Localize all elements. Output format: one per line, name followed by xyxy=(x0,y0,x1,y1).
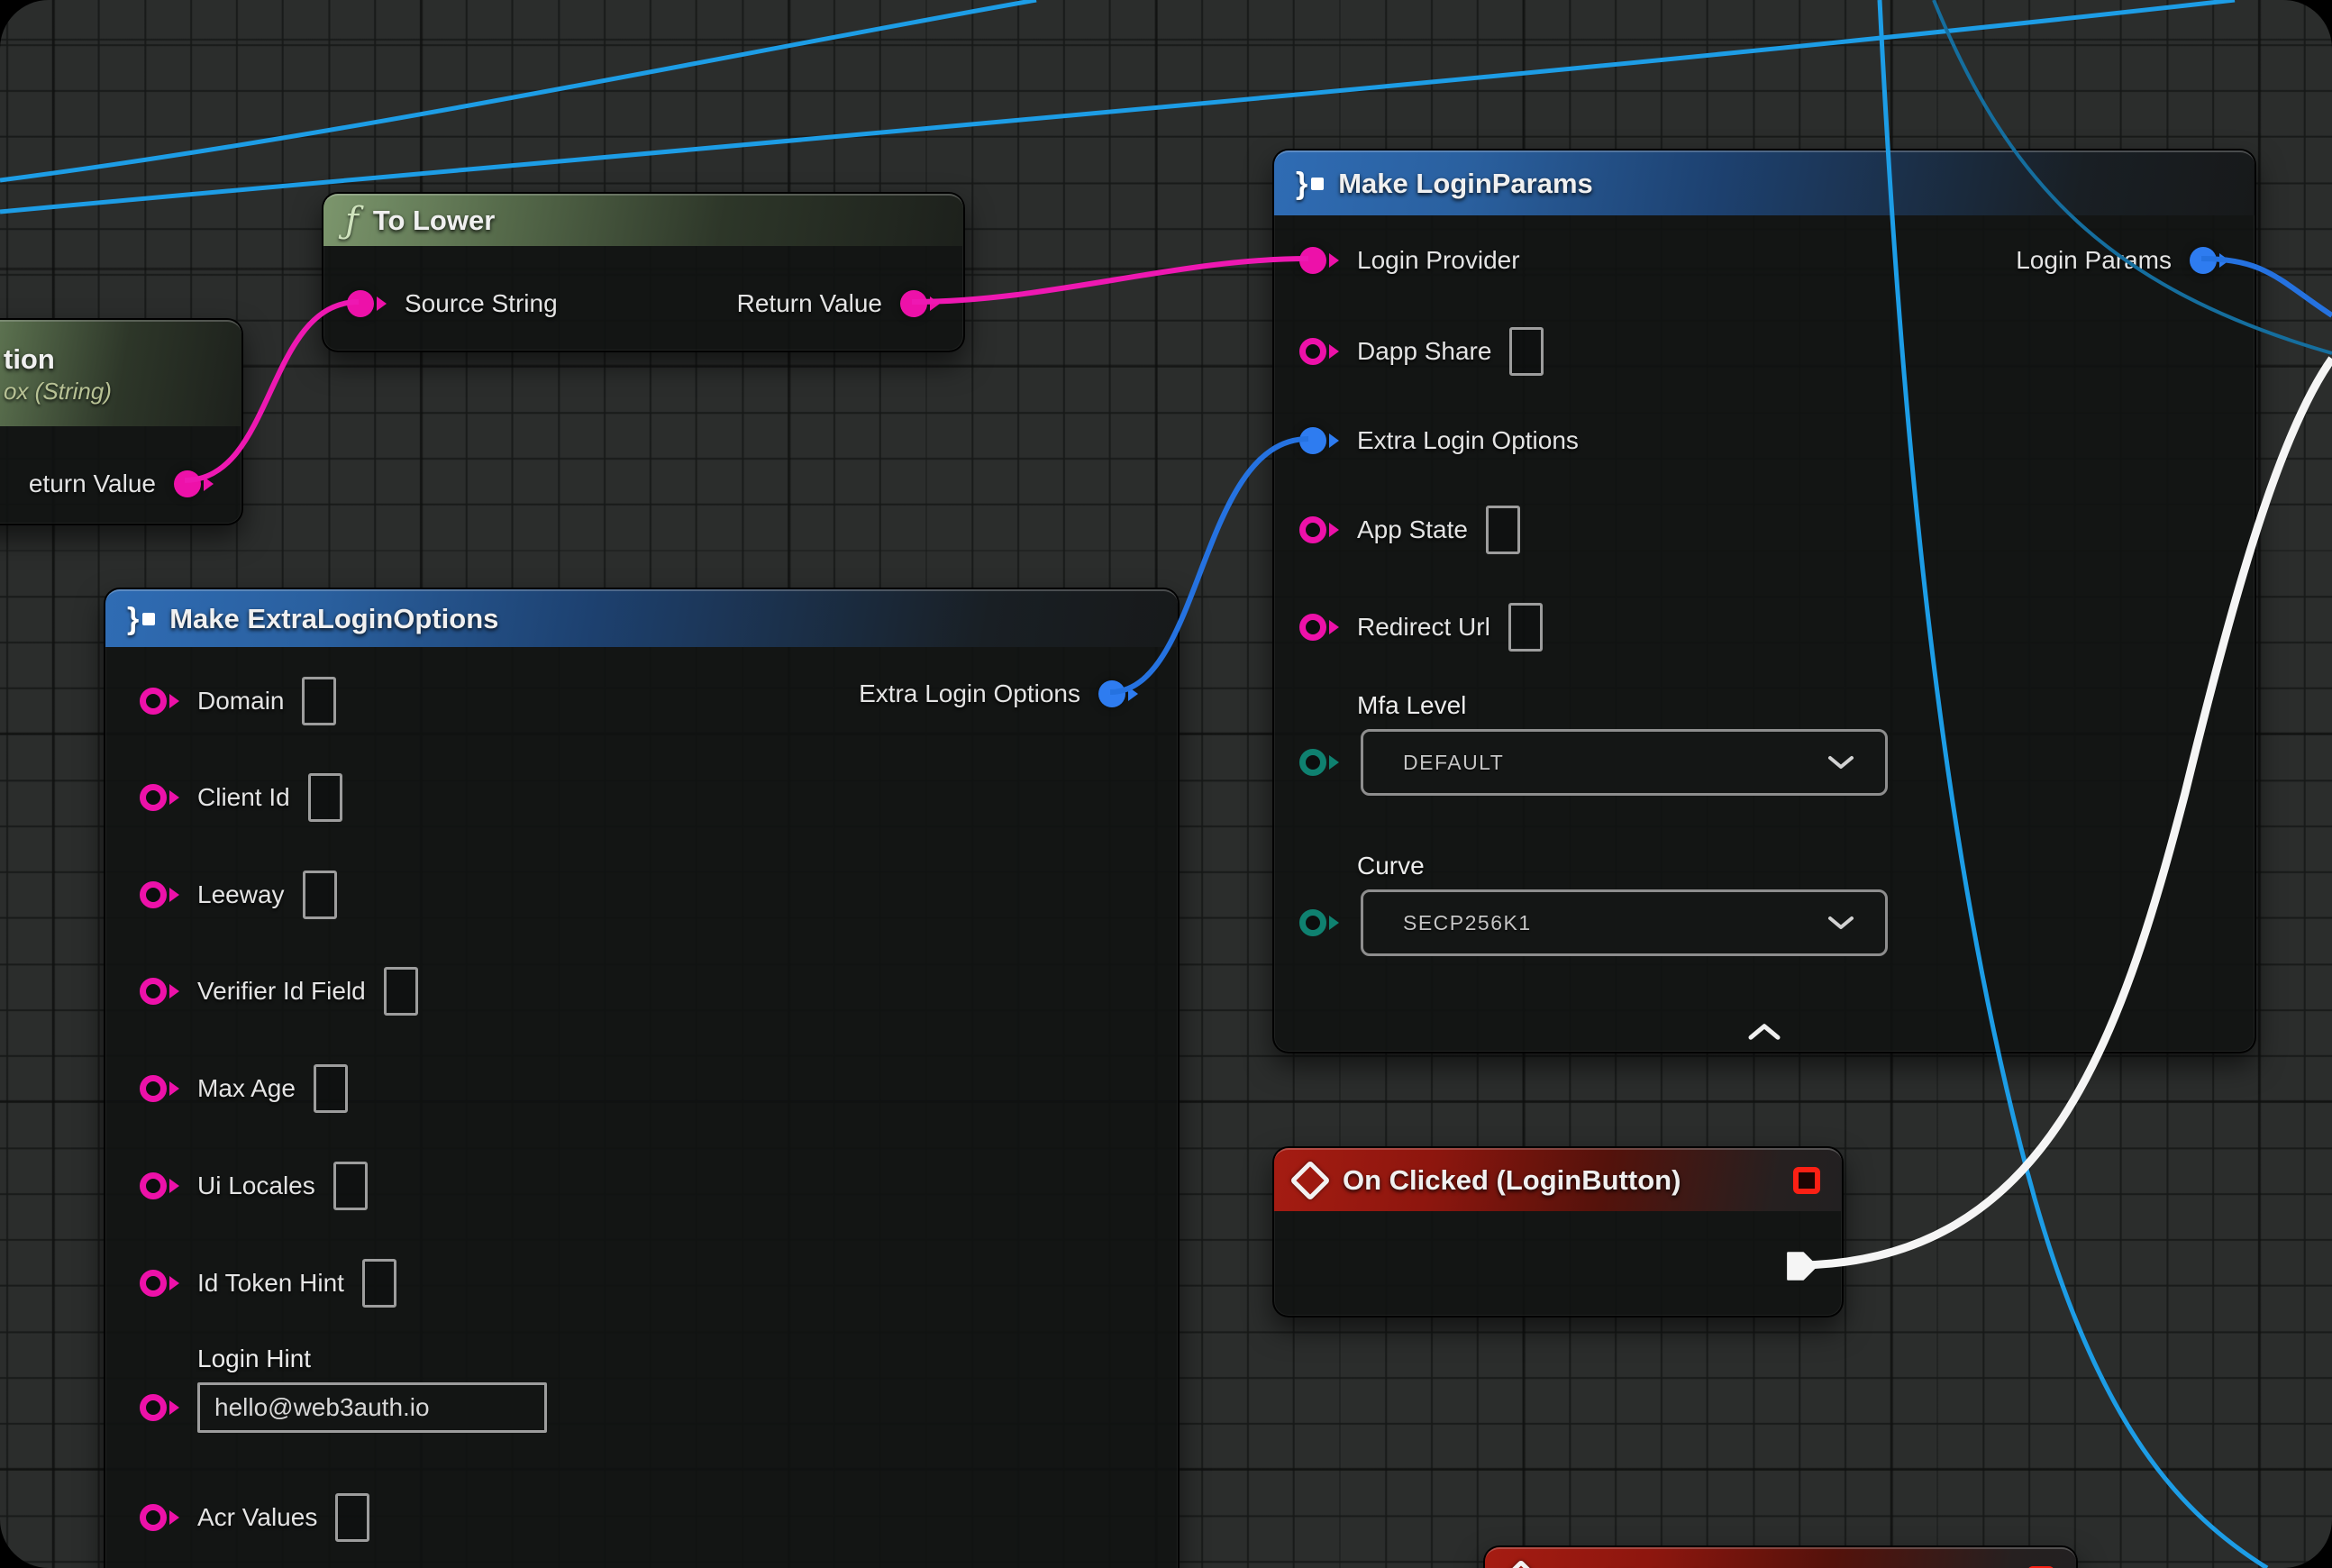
node-make-login-params-header[interactable]: } Make LoginParams xyxy=(1274,150,2255,215)
node-on-clicked-login-header[interactable]: On Clicked (LoginButton) xyxy=(1274,1148,1842,1211)
login-hint-block: Login Hint xyxy=(140,1345,547,1433)
pin-label-source-string: Source String xyxy=(405,289,558,318)
chevron-down-icon xyxy=(1827,755,1854,770)
input-pin-app-state[interactable] xyxy=(1299,516,1339,543)
node-on-clicked-logout-button[interactable]: On Clicked (LogoutButton) xyxy=(1483,1545,2078,1568)
node-title: Make ExtraLoginOptions xyxy=(169,603,498,635)
node-to-lower[interactable]: ƒ To Lower Source String Return Value xyxy=(322,192,965,352)
input-pin-login-hint[interactable] xyxy=(140,1394,179,1421)
node-on-clicked-logout-header[interactable]: On Clicked (LogoutButton) xyxy=(1485,1547,2076,1568)
pin-label-login-provider: Login Provider xyxy=(1357,246,1520,275)
event-diamond-icon xyxy=(1289,1160,1330,1200)
node-title: To Lower xyxy=(373,205,495,237)
chevron-down-icon xyxy=(1827,916,1854,931)
node-to-lower-header[interactable]: ƒ To Lower xyxy=(323,194,963,246)
screenshot-stage: tion ox (String) eturn Value ƒ To Lower … xyxy=(0,0,2332,1568)
collapse-node-chevron-icon[interactable] xyxy=(1744,1023,1784,1041)
input-pin-curve[interactable] xyxy=(1299,909,1339,936)
pin-label-extra-login-options: Extra Login Options xyxy=(1357,426,1579,455)
pin-label-curve: Curve xyxy=(1357,852,1888,880)
node-make-extra-login-options-header[interactable]: } Make ExtraLoginOptions xyxy=(105,589,1178,647)
input-pin-domain[interactable] xyxy=(140,688,179,715)
max-age-value-field[interactable] xyxy=(314,1064,348,1113)
make-struct-icon: } xyxy=(127,604,155,634)
input-pin-redirect-url[interactable] xyxy=(1299,614,1339,641)
pin-label-max-age: Max Age xyxy=(197,1074,296,1103)
node-title: On Clicked (LogoutButton) xyxy=(1553,1563,1910,1568)
domain-value-field[interactable] xyxy=(302,677,336,725)
client-id-value-field[interactable] xyxy=(308,773,342,822)
node-title: Make LoginParams xyxy=(1338,168,1593,200)
pin-label-redirect-url: Redirect Url xyxy=(1357,613,1490,642)
pin-label-acr-values: Acr Values xyxy=(197,1503,317,1532)
mfa-level-value: DEFAULT xyxy=(1403,751,1504,775)
verifier-id-field-value-field[interactable] xyxy=(384,967,418,1016)
pin-label-return-value: eturn Value xyxy=(29,469,156,498)
input-pin-dapp-share[interactable] xyxy=(1299,338,1339,365)
app-state-value-field[interactable] xyxy=(1486,506,1520,554)
node-string-source-partial[interactable]: tion ox (String) eturn Value xyxy=(0,318,243,525)
pin-label-domain: Domain xyxy=(197,687,284,716)
function-icon: ƒ xyxy=(345,203,359,239)
pin-label-mfa-level: Mfa Level xyxy=(1357,691,1888,720)
input-pin-leeway[interactable] xyxy=(140,881,179,908)
make-struct-icon: } xyxy=(1296,169,1324,199)
ui-locales-value-field[interactable] xyxy=(333,1162,368,1210)
pin-label-login-params-out: Login Params xyxy=(2016,246,2172,275)
login-hint-text-input[interactable] xyxy=(197,1382,547,1433)
redirect-url-value-field[interactable] xyxy=(1508,603,1543,652)
event-bind-square-icon xyxy=(1793,1167,1820,1194)
node-string-source-header[interactable]: tion ox (String) xyxy=(0,320,241,426)
pin-label-leeway: Leeway xyxy=(197,880,285,909)
leeway-value-field[interactable] xyxy=(303,871,337,919)
node-title: tion xyxy=(4,343,55,376)
pin-label-extra-login-options-out: Extra Login Options xyxy=(859,679,1080,708)
curve-dropdown[interactable]: SECP256K1 xyxy=(1361,889,1888,956)
curve-block: Curve SECP256K1 xyxy=(1299,852,1888,956)
pin-label-dapp-share: Dapp Share xyxy=(1357,337,1491,366)
node-make-login-params[interactable]: } Make LoginParams Login Params Login Pr… xyxy=(1272,149,2256,1053)
dapp-share-value-field[interactable] xyxy=(1509,327,1544,376)
wire-tolower-to-login-provider[interactable] xyxy=(912,259,1308,302)
pin-label-ui-locales: Ui Locales xyxy=(197,1171,315,1200)
blueprint-graph-canvas[interactable]: tion ox (String) eturn Value ƒ To Lower … xyxy=(0,0,2332,1568)
mfa-level-dropdown[interactable]: DEFAULT xyxy=(1361,729,1888,796)
node-on-clicked-login-button[interactable]: On Clicked (LoginButton) xyxy=(1272,1146,1844,1317)
pin-label-id-token-hint: Id Token Hint xyxy=(197,1269,344,1298)
id-token-hint-value-field[interactable] xyxy=(362,1259,396,1308)
pin-label-login-hint: Login Hint xyxy=(197,1345,547,1373)
curve-value: SECP256K1 xyxy=(1403,911,1532,935)
node-make-extra-login-options[interactable]: } Make ExtraLoginOptions Extra Login Opt… xyxy=(104,588,1180,1568)
pin-label-verifier-id-field: Verifier Id Field xyxy=(197,977,366,1006)
node-title: On Clicked (LoginButton) xyxy=(1343,1164,1681,1197)
input-pin-client-id[interactable] xyxy=(140,784,179,811)
input-pin-max-age[interactable] xyxy=(140,1075,179,1102)
input-pin-id-token-hint[interactable] xyxy=(140,1270,179,1297)
mfa-level-block: Mfa Level DEFAULT xyxy=(1299,691,1888,796)
input-pin-acr-values[interactable] xyxy=(140,1504,179,1531)
acr-values-value-field[interactable] xyxy=(335,1493,369,1542)
input-pin-mfa-level[interactable] xyxy=(1299,749,1339,776)
node-subtitle: ox (String) xyxy=(4,378,112,406)
input-pin-ui-locales[interactable] xyxy=(140,1172,179,1199)
event-diamond-icon xyxy=(1500,1559,1541,1568)
input-pin-verifier-id-field[interactable] xyxy=(140,978,179,1005)
pin-label-return-value: Return Value xyxy=(737,289,882,318)
pin-label-client-id: Client Id xyxy=(197,783,290,812)
pin-label-app-state: App State xyxy=(1357,515,1468,544)
wire-blue-long-upper[interactable] xyxy=(0,0,1036,180)
